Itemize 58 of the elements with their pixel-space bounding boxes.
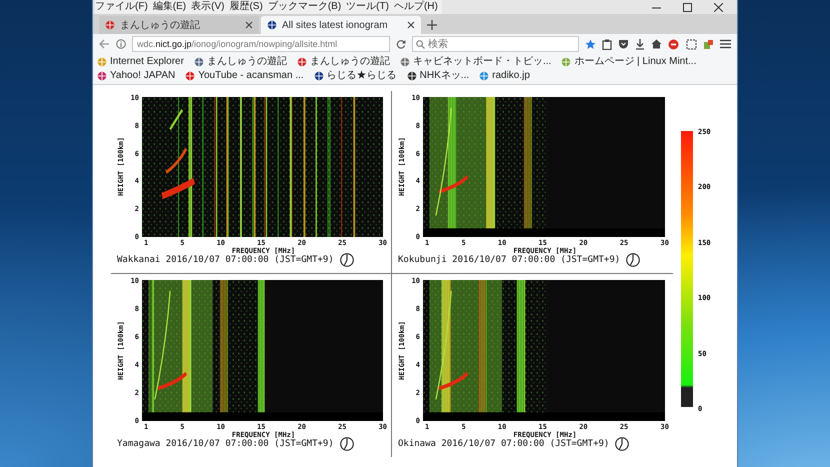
info-icon[interactable] bbox=[116, 39, 126, 49]
shield-icon[interactable] bbox=[618, 39, 629, 49]
plot-caption: Yamagawa 2016/10/07 07:00:00 (JST=GMT+9) bbox=[117, 439, 334, 449]
menu-item[interactable]: 履歴(S) bbox=[229, 1, 263, 13]
address-field[interactable]: wdc.nict.go.jp/ionog/ionogram/nowping/allsite.html bbox=[132, 36, 390, 52]
menu-item[interactable]: ヘルプ(H) bbox=[394, 1, 438, 13]
globe-icon bbox=[194, 56, 204, 66]
bookmark-link[interactable]: NHKネッ... bbox=[406, 69, 470, 82]
bookmark-link[interactable]: YouTube - acansman ... bbox=[185, 69, 304, 82]
globe-icon bbox=[97, 70, 107, 80]
back-arrow-icon[interactable] bbox=[99, 39, 110, 49]
menu-item[interactable]: 表示(V) bbox=[191, 1, 224, 13]
globe-icon bbox=[185, 70, 196, 80]
menu-item[interactable]: ファイル(F) bbox=[95, 1, 148, 13]
puzzle-icon[interactable] bbox=[703, 38, 714, 50]
bookmark-link[interactable]: Internet Explorer bbox=[97, 55, 184, 68]
globe-icon bbox=[296, 56, 307, 66]
browser-tab[interactable]: All sites latest ionogram bbox=[261, 16, 421, 34]
screenshot-icon[interactable] bbox=[686, 38, 697, 50]
download-icon[interactable] bbox=[635, 38, 645, 50]
close-icon[interactable] bbox=[245, 21, 253, 29]
bookmark-link[interactable]: キャビネットボード・トピッ... bbox=[400, 55, 552, 68]
menu-item[interactable]: ツール(T) bbox=[346, 1, 389, 13]
bookmark-link[interactable]: らじる★らじる bbox=[314, 69, 397, 82]
clock-icon bbox=[626, 253, 640, 267]
globe-icon bbox=[314, 70, 324, 80]
bookmark-link[interactable]: ホームページ | Linux Mint... bbox=[561, 55, 696, 68]
plus-icon[interactable] bbox=[427, 20, 437, 30]
clock-icon bbox=[340, 253, 354, 267]
plot-caption: Kokubunji 2016/10/07 07:00:00 (JST=GMT+9) bbox=[398, 255, 620, 265]
home-icon[interactable] bbox=[651, 39, 662, 49]
globe-icon bbox=[406, 70, 417, 80]
star-icon[interactable] bbox=[585, 38, 596, 50]
clock-icon bbox=[340, 437, 354, 451]
clock-icon bbox=[615, 437, 630, 451]
globe-icon bbox=[479, 70, 490, 80]
plot-caption: Wakkanai 2016/10/07 07:00:00 (JST=GMT+9) bbox=[117, 255, 334, 265]
menu-icon[interactable] bbox=[720, 39, 731, 49]
reload-icon[interactable] bbox=[396, 39, 406, 49]
bookmark-link[interactable]: radiko.jp bbox=[479, 69, 530, 82]
stop-sign-icon[interactable] bbox=[668, 38, 680, 50]
globe-icon bbox=[97, 56, 107, 66]
search-field[interactable]: 検索 bbox=[412, 36, 579, 52]
globe-icon bbox=[267, 20, 277, 30]
menu-item[interactable]: ブックマーク(B) bbox=[268, 1, 342, 13]
bookmark-link[interactable]: Yahoo! JAPAN bbox=[97, 69, 176, 82]
menu-item[interactable]: 編集(E) bbox=[152, 1, 186, 13]
browser-tab[interactable]: まんしゅうの遊記 bbox=[99, 16, 259, 34]
plot-caption: Okinawa 2016/10/07 07:00:00 (JST=GMT+9) bbox=[398, 439, 610, 449]
globe-icon bbox=[105, 20, 115, 30]
bookmark-link[interactable]: まんしゅうの遊記 bbox=[194, 55, 287, 68]
clipboard-icon[interactable] bbox=[602, 38, 612, 50]
maximize-icon[interactable] bbox=[683, 2, 692, 12]
globe-icon bbox=[400, 56, 410, 66]
close-icon[interactable] bbox=[407, 21, 415, 29]
close-icon[interactable] bbox=[714, 2, 723, 12]
bookmark-link[interactable]: まんしゅうの遊記 bbox=[296, 55, 390, 68]
globe-icon bbox=[561, 56, 572, 66]
